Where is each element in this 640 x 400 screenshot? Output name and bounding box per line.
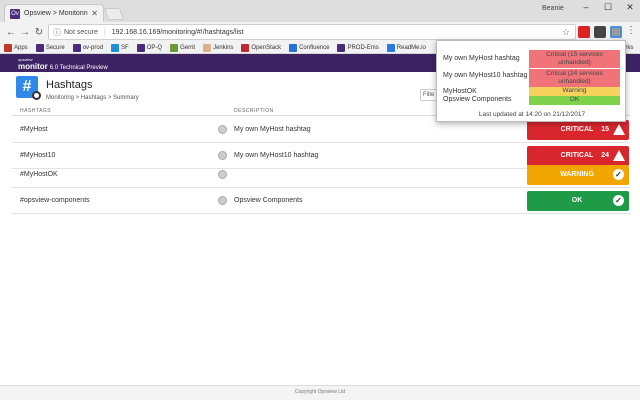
opsview-icon (337, 43, 346, 52)
jenkins-icon (203, 43, 212, 52)
openstack-icon (241, 43, 250, 52)
opsview-favicon-icon: Ov (10, 8, 20, 19)
bookmark-jenkins[interactable]: Jenkins (203, 43, 233, 52)
page-title: Hashtags (46, 79, 93, 91)
status-label: CRITICAL (560, 152, 594, 159)
brand-name: monitor (18, 62, 48, 71)
salesforce-icon (111, 43, 120, 52)
forward-icon[interactable]: → (18, 27, 32, 38)
bookmark-star-icon[interactable]: ☆ (562, 27, 570, 38)
maximize-icon[interactable]: ☐ (598, 2, 618, 13)
popup-status: OK (529, 96, 620, 105)
bookmark-readme[interactable]: ReadMe.io (386, 43, 426, 52)
table-row[interactable]: #opsview-components Opsview Components O… (12, 188, 630, 214)
toggle-icon[interactable] (218, 151, 227, 160)
hashtag-description: My own MyHost hashtag (234, 126, 311, 133)
extension-dark-icon[interactable] (594, 26, 606, 38)
popup-status: Critical (24 services unhandled) (529, 69, 620, 87)
status-label: CRITICAL (560, 126, 594, 133)
security-label: Not secure (64, 28, 98, 36)
popup-hashtag-name: MyHostOK (443, 88, 477, 95)
status-label: WARNING (560, 171, 594, 178)
bookmark-ov-prod[interactable]: ov-prod (72, 43, 103, 52)
bookmark-gerrit[interactable]: Gerrit (170, 43, 195, 52)
warning-triangle-icon (613, 150, 625, 161)
close-window-icon[interactable]: ✕ (620, 2, 640, 13)
status-badge[interactable]: OK ✓ (527, 191, 629, 211)
browser-tab[interactable]: Ov Opsview > Monitoring ✕ (4, 4, 104, 22)
info-icon[interactable]: ⓘ (53, 27, 61, 38)
col-hashtags[interactable]: HASHTAGS (20, 108, 51, 114)
opsview-icon (35, 43, 44, 52)
popup-last-updated: Last updated at 14:20 on 21/12/2017 (478, 111, 586, 118)
page-footer: Copyright Opsview Ltd (0, 385, 640, 400)
reload-icon[interactable]: ↻ (32, 27, 46, 38)
popup-status: Warning (529, 87, 620, 96)
status-count: 15 (601, 126, 609, 133)
hashtag-name[interactable]: #MyHostOK (20, 171, 58, 178)
back-icon[interactable]: ← (4, 27, 18, 38)
table-row[interactable]: #MyHostOK WARNING ✓ (12, 162, 630, 188)
readme-icon (386, 43, 395, 52)
popup-status: Critical (15 services unhandled) (529, 50, 620, 68)
bookmark-openstack[interactable]: OpenStack (241, 43, 281, 52)
status-badge[interactable]: WARNING ✓ (527, 165, 629, 185)
popup-hashtag-name: My own MyHost hashtag (443, 55, 520, 62)
hashtag-description: Opsview Components (234, 197, 303, 204)
bookmark-secure[interactable]: Secure (35, 43, 65, 52)
hashtag-name[interactable]: #MyHost10 (20, 152, 55, 159)
status-label: OK (571, 197, 583, 204)
warning-triangle-icon (613, 124, 625, 135)
check-circle-icon: ✓ (613, 169, 624, 180)
bookmark-sf[interactable]: SF (111, 43, 129, 52)
check-circle-icon: ✓ (613, 195, 624, 206)
tab-title: Opsview > Monitoring (24, 10, 89, 17)
minimize-icon[interactable]: – (576, 2, 596, 12)
status-count: 24 (601, 152, 609, 159)
extension-popup: My own MyHost hashtag Critical (15 servi… (436, 40, 626, 122)
opsview-icon (136, 43, 145, 52)
gerrit-icon (170, 43, 179, 52)
apps-grid-icon (4, 43, 12, 52)
eye-icon (32, 91, 41, 100)
address-bar[interactable]: ⓘ Not secure | 192.168.16.169/monitoring… (48, 24, 576, 40)
bookmark-apps[interactable]: Apps (4, 43, 28, 52)
status-badge[interactable]: CRITICAL 15 (527, 120, 629, 140)
hashtag-name[interactable]: #MyHost (20, 126, 48, 133)
popup-hashtag-name: My own MyHost10 hashtag (443, 72, 528, 79)
browser-user[interactable]: Beanie (542, 5, 564, 12)
tab-close-icon[interactable]: ✕ (91, 9, 98, 18)
separator: | (103, 28, 106, 36)
browser-menu-icon[interactable]: ⋮ (626, 25, 636, 36)
hashtag-icon: # (16, 76, 41, 100)
toggle-icon[interactable] (218, 196, 227, 205)
brand-version: 6.0 Technical Preview (49, 65, 108, 71)
breadcrumb: Monitoring > Hashtags > Summary (46, 95, 139, 101)
bookmark-op-q[interactable]: OP-Q (136, 43, 162, 52)
url-text[interactable]: 192.168.16.169/monitoring/#!/hashtags/li… (112, 29, 244, 36)
bookmark-prod-ems[interactable]: PROD-Ems (337, 43, 379, 52)
confluence-icon (289, 43, 298, 52)
app-brand[interactable]: opsview monitor 6.0 Technical Preview (18, 57, 108, 71)
extension-red-icon[interactable] (578, 26, 590, 38)
opsview-icon (72, 43, 81, 52)
toggle-icon[interactable] (218, 125, 227, 134)
hashtag-name[interactable]: #opsview-components (20, 197, 90, 204)
opsview-extension-icon[interactable] (610, 26, 622, 38)
toggle-icon[interactable] (218, 170, 227, 179)
bookmark-confluence[interactable]: Confluence (289, 43, 329, 52)
hashtag-description: My own MyHost10 hashtag (234, 152, 319, 159)
col-description[interactable]: DESCRIPTION (234, 108, 274, 114)
popup-hashtag-name: Opsview Components (443, 96, 512, 103)
